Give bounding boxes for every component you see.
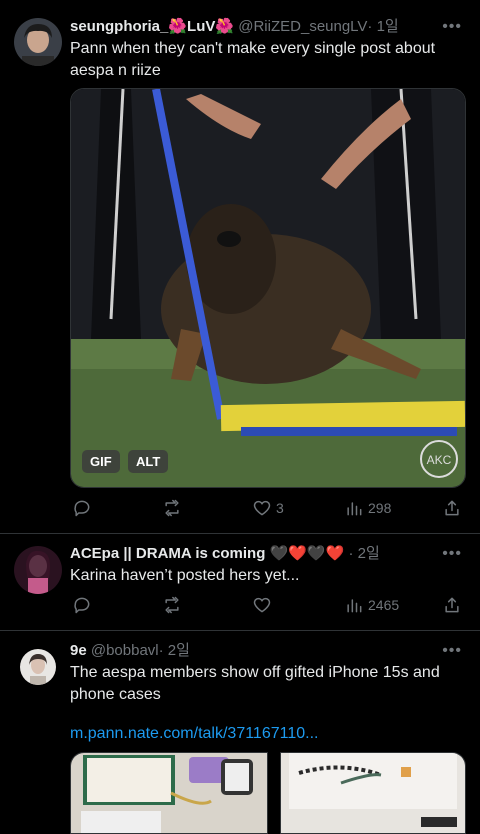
tweet-media[interactable]: AKC GIF ALT xyxy=(70,88,466,488)
dog-gif-image: AKC xyxy=(71,89,465,487)
views-button[interactable]: 298 xyxy=(344,496,391,520)
share-icon xyxy=(445,597,459,613)
author-name-suffix[interactable]: LuV xyxy=(187,18,215,35)
hearts-emoji: 🖤❤️🖤❤️ xyxy=(269,545,345,562)
timestamp[interactable]: · 2일 xyxy=(159,642,190,659)
share-button[interactable] xyxy=(442,496,462,520)
avatar[interactable] xyxy=(14,18,62,66)
tweet-1[interactable]: seungphoria_🌺LuV🌺 @RiiZED_seungLV· 1일 ••… xyxy=(0,0,480,532)
author-name[interactable]: ACEpa || DRAMA is coming xyxy=(70,545,265,562)
tweet-header: ACEpa || DRAMA is coming 🖤❤️🖤❤️ · 2일 xyxy=(70,544,440,564)
tweet-link[interactable]: m.pann.nate.com/talk/371167110... xyxy=(70,725,318,743)
views-icon xyxy=(347,502,362,516)
views-button[interactable]: 2465 xyxy=(344,593,399,617)
tweet-actions: 3 298 xyxy=(70,496,462,520)
views-icon xyxy=(347,599,362,613)
flower-emoji: 🌺 xyxy=(168,18,188,35)
reply-button[interactable] xyxy=(72,496,96,520)
tweet-text: Karina haven’t posted hers yet... xyxy=(70,567,300,584)
gif-badge[interactable]: GIF xyxy=(82,450,120,473)
svg-text:AKC: AKC xyxy=(427,453,452,467)
retweet-button[interactable] xyxy=(162,496,186,520)
phone-case-photo-1 xyxy=(71,753,267,833)
author-handle[interactable]: @bobbavl xyxy=(91,642,159,659)
views-count: 2465 xyxy=(368,597,400,613)
views-count: 298 xyxy=(368,500,392,516)
reply-button[interactable] xyxy=(72,593,96,617)
tweet-text: The aespa members show off gifted iPhone… xyxy=(70,664,440,703)
more-icon[interactable]: ••• xyxy=(442,642,462,660)
reply-icon xyxy=(74,500,90,517)
tweet-media-2[interactable] xyxy=(280,752,466,834)
retweet-icon xyxy=(165,596,179,614)
tweet-header: seungphoria_🌺LuV🌺 @RiiZED_seungLV· 1일 xyxy=(70,17,440,37)
tweet-actions: 2465 xyxy=(70,593,462,617)
timestamp[interactable]: · 1일 xyxy=(367,18,398,35)
like-count: 3 xyxy=(276,500,284,516)
reply-icon xyxy=(74,597,90,614)
more-icon[interactable]: ••• xyxy=(442,545,462,563)
alt-badge[interactable]: ALT xyxy=(128,450,169,473)
timestamp[interactable]: · 2일 xyxy=(348,545,379,562)
share-button[interactable] xyxy=(442,593,462,617)
avatar[interactable] xyxy=(14,546,62,594)
author-name[interactable]: 9e xyxy=(70,642,87,659)
author-name[interactable]: seungphoria_ xyxy=(70,18,168,35)
like-button[interactable]: 3 xyxy=(252,496,284,520)
tweet-header: 9e @bobbavl· 2일 xyxy=(70,641,440,661)
like-button[interactable] xyxy=(252,593,276,617)
retweet-button[interactable] xyxy=(162,593,186,617)
like-icon xyxy=(253,597,271,613)
avatar[interactable] xyxy=(20,649,56,685)
flower-emoji: 🌺 xyxy=(215,18,235,35)
phone-case-photo-2 xyxy=(281,753,465,833)
tweet-media-1[interactable] xyxy=(70,752,268,834)
tweet-3[interactable]: 9e @bobbavl· 2일 ••• The aespa members sh… xyxy=(0,631,480,834)
more-icon[interactable]: ••• xyxy=(442,18,462,36)
share-icon xyxy=(445,500,459,516)
like-icon xyxy=(253,500,271,516)
tweet-text: Pann when they can't make every single p… xyxy=(70,40,436,79)
tweet-2[interactable]: ACEpa || DRAMA is coming 🖤❤️🖤❤️ · 2일 •••… xyxy=(0,534,480,630)
retweet-icon xyxy=(165,499,179,517)
author-handle[interactable]: @RiiZED_seungLV xyxy=(238,18,367,35)
